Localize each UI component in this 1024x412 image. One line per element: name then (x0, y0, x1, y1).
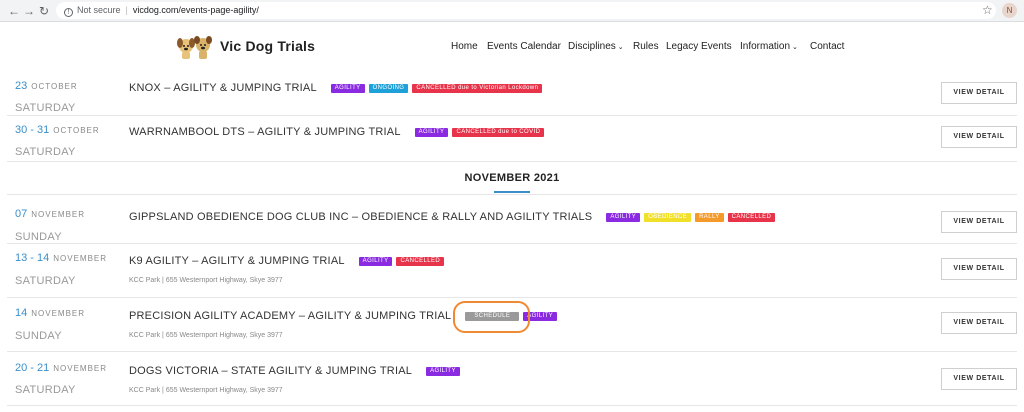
bookmark-star-icon[interactable]: ☆ (982, 3, 993, 17)
event-row: 07 NOVEMBER SUNDAY GIPPSLAND OBEDIENCE DO… (7, 200, 1017, 244)
view-detail-button[interactable]: VIEW DETAIL (941, 258, 1017, 280)
badge-rally: RALLY (695, 212, 724, 222)
nav-contact-label: Contact (810, 41, 845, 52)
event-date: 14 NOVEMBER (15, 307, 85, 319)
event-title[interactable]: K9 AGILITY – AGILITY & JUMPING TRIAL (129, 255, 345, 267)
chevron-down-icon: ⌄ (617, 44, 624, 51)
badge-agility: AGILITY (414, 127, 449, 137)
forward-arrow-icon[interactable]: → (21, 3, 37, 19)
event-row: 13 - 14 NOVEMBER SATURDAY K9 AGILITY – AG… (7, 244, 1017, 298)
event-month: NOVEMBER (31, 210, 86, 219)
badge-agility: AGILITY (426, 366, 460, 376)
nav-home-label: Home (451, 41, 478, 52)
event-date-number: 20 - 21 (15, 362, 50, 374)
event-date: 07 NOVEMBER (15, 208, 85, 220)
nav-disciplines[interactable]: Disciplines ⌄ (568, 41, 624, 52)
chevron-down-icon: ⌄ (792, 44, 798, 51)
month-divider (7, 194, 1017, 195)
month-heading: NOVEMBER 2021 (464, 172, 560, 184)
event-day: SATURDAY (15, 146, 76, 158)
event-day: SUNDAY (15, 330, 62, 342)
view-detail-button[interactable]: VIEW DETAIL (941, 126, 1017, 148)
reload-icon[interactable]: ↻ (36, 3, 52, 19)
event-month: NOVEMBER (53, 254, 108, 263)
badge-obedience: OBEDIENCE (644, 212, 692, 222)
view-detail-button[interactable]: VIEW DETAIL (941, 211, 1017, 233)
event-title[interactable]: GIPPSLAND OBEDIENCE DOG CLUB INC – OBEDI… (129, 211, 592, 223)
badge-agility: AGILITY (330, 83, 365, 93)
event-date-number: 07 (15, 208, 28, 220)
view-detail-button[interactable]: VIEW DETAIL (941, 82, 1017, 104)
nav-legacy-events[interactable]: Legacy Events (666, 41, 732, 52)
event-location: KCC Park | 655 Westernport Highway, Skye… (129, 387, 283, 394)
badge-cancelled: CANCELLED (396, 256, 445, 266)
security-label[interactable]: Not secure (77, 5, 121, 15)
event-month: NOVEMBER (31, 309, 86, 318)
event-row: 30 - 31 OCTOBER SATURDAY WARRNAMBOOL DTS … (7, 116, 1017, 162)
event-title-line: WARRNAMBOOL DTS – AGILITY & JUMPING TRIA… (129, 126, 548, 138)
badge-cancelled: CANCELLED (727, 212, 776, 222)
event-date-number: 14 (15, 307, 28, 319)
info-icon[interactable]: ! (64, 8, 73, 17)
event-title-line: GIPPSLAND OBEDIENCE DOG CLUB INC – OBEDI… (129, 211, 779, 223)
event-month: OCTOBER (53, 126, 100, 135)
event-title[interactable]: WARRNAMBOOL DTS – AGILITY & JUMPING TRIA… (129, 126, 401, 138)
event-day: SATURDAY (15, 275, 76, 287)
nav-information[interactable]: Information ⌄ (740, 41, 798, 52)
event-title[interactable]: KNOX – AGILITY & JUMPING TRIAL (129, 82, 317, 94)
site-title[interactable]: Vic Dog Trials (220, 38, 315, 54)
event-date: 13 - 14 NOVEMBER (15, 252, 107, 264)
nav-home[interactable]: Home (451, 41, 478, 52)
nav-events-calendar[interactable]: Events Calendar (487, 41, 561, 52)
nav-events-calendar-label: Events Calendar (487, 41, 561, 52)
event-title-line: DOGS VICTORIA – STATE AGILITY & JUMPING … (129, 365, 464, 377)
event-date-number: 13 - 14 (15, 252, 50, 264)
nav-disciplines-label: Disciplines (568, 41, 616, 52)
event-day: SATURDAY (15, 384, 76, 396)
event-date-number: 23 (15, 80, 28, 92)
nav-rules[interactable]: Rules (633, 41, 659, 52)
month-heading-underline (494, 191, 530, 193)
badge-agility: AGILITY (606, 212, 641, 222)
back-arrow-icon[interactable]: ← (6, 3, 22, 19)
url-text[interactable]: vicdog.com/events-page-agility/ (133, 5, 259, 15)
nav-legacy-events-label: Legacy Events (666, 41, 732, 52)
dogs-logo-icon[interactable] (176, 34, 216, 60)
event-title[interactable]: PRECISION AGILITY ACADEMY – AGILITY & JU… (129, 310, 451, 322)
address-separator: | (125, 5, 128, 15)
nav-rules-label: Rules (633, 41, 659, 52)
badge-agility: AGILITY (358, 256, 393, 266)
profile-avatar[interactable]: N (1002, 3, 1017, 18)
event-row: 23 OCTOBER SATURDAY KNOX – AGILITY & JUMP… (7, 70, 1017, 116)
address-bar[interactable]: ! Not secure | vicdog.com/events-page-agili… (56, 2, 996, 19)
event-day: SUNDAY (15, 231, 62, 243)
badge-cancelled: CANCELLED due to COVID (452, 127, 545, 137)
highlight-annotation (453, 301, 530, 333)
event-month: NOVEMBER (53, 364, 108, 373)
view-detail-button[interactable]: VIEW DETAIL (941, 312, 1017, 334)
event-location: KCC Park | 655 Westernport Highway, Skye… (129, 332, 283, 339)
event-date: 30 - 31 OCTOBER (15, 124, 100, 136)
nav-information-label: Information (740, 41, 791, 52)
view-detail-button[interactable]: VIEW DETAIL (941, 368, 1017, 390)
event-row: 20 - 21 NOVEMBER SATURDAY DOGS VICTORIA –… (7, 352, 1017, 406)
event-day: SATURDAY (15, 102, 76, 114)
event-date: 23 OCTOBER (15, 80, 78, 92)
browser-toolbar: ← → ↻ ! Not secure | vicdog.com/events-page… (0, 0, 1024, 22)
event-date: 20 - 21 NOVEMBER (15, 362, 107, 374)
event-title-line: K9 AGILITY – AGILITY & JUMPING TRIAL AGI… (129, 255, 448, 267)
badge-ongoing: ONGOING (368, 83, 409, 93)
event-title[interactable]: DOGS VICTORIA – STATE AGILITY & JUMPING … (129, 365, 412, 377)
event-date-number: 30 - 31 (15, 124, 50, 136)
event-location: KCC Park | 655 Westernport Highway, Skye… (129, 277, 283, 284)
badge-cancelled: CANCELLED due to Victorian Lockdown (412, 83, 543, 93)
event-title-line: KNOX – AGILITY & JUMPING TRIAL AGILITY O… (129, 82, 546, 94)
event-month: OCTOBER (31, 82, 78, 91)
nav-contact[interactable]: Contact (810, 41, 844, 52)
